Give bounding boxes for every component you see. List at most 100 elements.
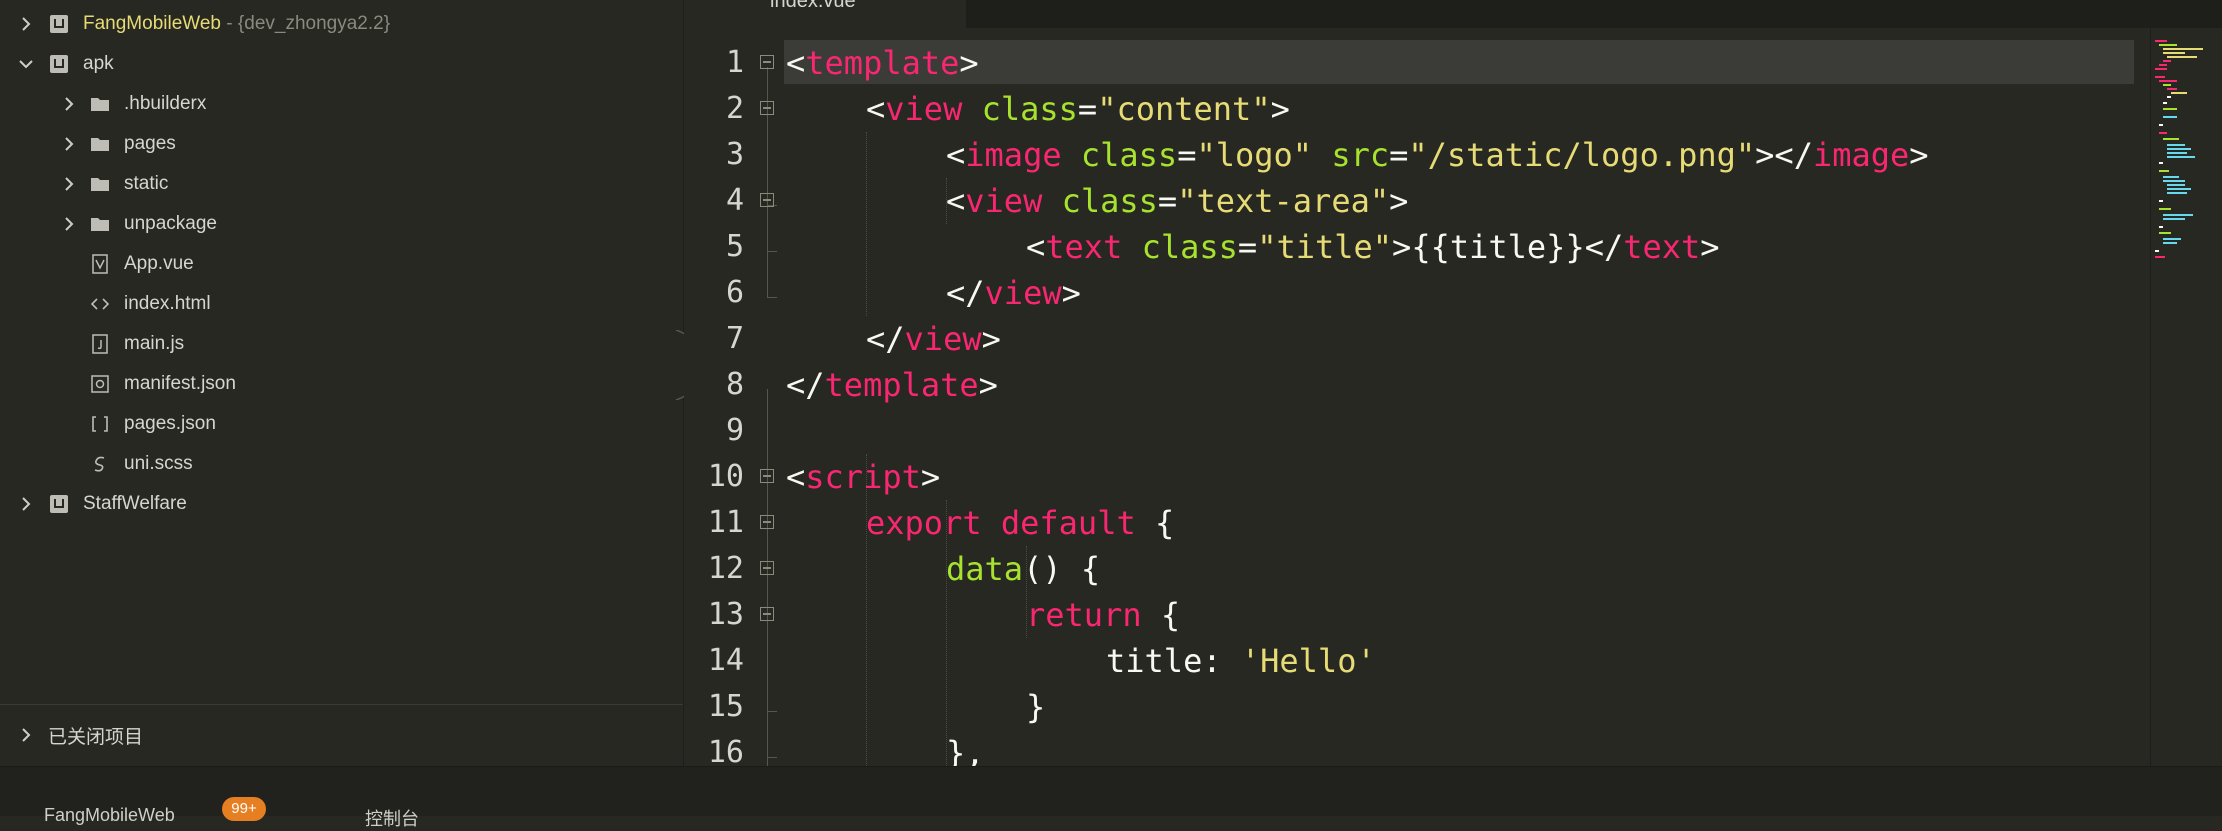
project-icon <box>47 484 71 524</box>
tree-item-pages[interactable]: pages <box>0 124 683 164</box>
chevron-down-icon[interactable] <box>12 44 40 84</box>
tree-item-label: .hbuilderx <box>124 93 207 114</box>
tree-item-pages-json[interactable]: pages.json <box>0 404 683 444</box>
bottom-panel: FangMobileWeb 99+ 控制台 <box>0 766 2222 829</box>
line-number: 16 <box>707 735 744 766</box>
code-line[interactable]: 4 <view class="text-area"> <box>684 178 2149 224</box>
folder-icon <box>88 84 112 124</box>
json-file-icon <box>88 404 112 444</box>
tree-item-hbuilderx[interactable]: .hbuilderx <box>0 84 683 124</box>
fold-toggle-icon[interactable] <box>760 561 774 575</box>
project-row-fangmobileweb[interactable]: FangMobileWeb - {dev_zhongya2.2} <box>0 4 683 44</box>
closed-projects-row[interactable]: 已关闭项目 <box>0 715 683 755</box>
code-line[interactable]: 8 </template> <box>684 362 2149 408</box>
tree-item-unpackage[interactable]: unpackage <box>0 204 683 244</box>
tree-item-label: uni.scss <box>124 453 193 474</box>
tree-item-app-vue[interactable]: App.vue <box>0 244 683 284</box>
closed-projects-section[interactable]: 已关闭项目 <box>0 704 683 765</box>
fold-toggle-icon[interactable] <box>760 193 774 207</box>
project-row-staffwelfare[interactable]: StaffWelfare <box>0 484 683 524</box>
line-number: 10 <box>707 459 744 494</box>
tree-item-label: App.vue <box>124 253 194 274</box>
bottom-tab-console[interactable]: 控制台 <box>365 805 419 831</box>
code-line[interactable]: 2 <view class="content"> <box>684 86 2149 132</box>
bottom-tab-project[interactable]: FangMobileWeb <box>44 805 175 826</box>
line-number: 6 <box>725 275 744 310</box>
tree-item-manifest-json[interactable]: manifest.json <box>0 364 683 404</box>
project-icon <box>47 44 71 84</box>
tree-item-label: index.html <box>124 293 211 314</box>
code-line[interactable]: 11 export default { <box>684 500 2149 546</box>
js-file-icon <box>88 324 112 364</box>
code-line[interactable]: 1 <template> <box>684 40 2149 86</box>
tree-item-label: pages <box>124 133 176 154</box>
code-line[interactable]: 3 <image class="logo" src="/static/logo.… <box>684 132 2149 178</box>
code-line[interactable]: 12 data() { <box>684 546 2149 592</box>
folder-icon <box>88 164 112 204</box>
code-line[interactable]: 15 } <box>684 684 2149 730</box>
tab-index-vue[interactable]: index.vue <box>684 0 966 28</box>
project-icon <box>47 4 71 44</box>
chevron-right-icon[interactable] <box>55 164 83 204</box>
code-line[interactable]: 14 title: 'Hello' <box>684 638 2149 684</box>
manifest-file-icon <box>88 364 112 404</box>
closed-projects-label: 已关闭项目 <box>48 726 144 748</box>
project-branch: - {dev_zhongya2.2} <box>226 13 391 34</box>
code-line[interactable]: 7 </view> <box>684 316 2149 362</box>
fold-toggle-icon[interactable] <box>760 469 774 483</box>
editor-tab-bar: index.vue <box>684 0 2222 28</box>
code-line[interactable]: 9 <box>684 408 2149 454</box>
project-explorer: FangMobileWeb - {dev_zhongya2.2} apk .hb… <box>0 0 684 766</box>
html-file-icon <box>88 284 112 324</box>
tab-label: index.vue <box>770 0 856 12</box>
tree-item-label: unpackage <box>124 213 217 234</box>
chevron-right-icon[interactable] <box>55 204 83 244</box>
fold-toggle-icon[interactable] <box>760 515 774 529</box>
line-number: 7 <box>725 321 744 356</box>
tree-item-label: main.js <box>124 333 185 354</box>
tree-item-label: static <box>124 173 169 194</box>
tree-item-static[interactable]: static <box>0 164 683 204</box>
tree-item-main-js[interactable]: main.js <box>0 324 683 364</box>
code-area[interactable]: 1 <template> 2 <view class="content"> 3 … <box>684 40 2149 766</box>
minimap[interactable] <box>2150 28 2222 766</box>
folder-icon <box>88 124 112 164</box>
line-number: 8 <box>725 367 744 402</box>
line-number: 4 <box>725 183 744 218</box>
code-line[interactable]: 16 }, <box>684 730 2149 766</box>
project-name: apk <box>83 53 114 74</box>
code-line[interactable]: 10 <script> <box>684 454 2149 500</box>
project-name: StaffWelfare <box>83 493 187 514</box>
vue-file-icon <box>88 244 112 284</box>
line-number: 5 <box>725 229 744 264</box>
notification-badge: 99+ <box>222 797 266 821</box>
line-number: 3 <box>725 137 744 172</box>
line-number: 2 <box>725 91 744 126</box>
chevron-right-icon[interactable] <box>12 715 40 755</box>
code-editor[interactable]: index.vue 1 <template> 2 <view class="co… <box>684 0 2222 766</box>
line-number: 14 <box>707 643 744 678</box>
fold-toggle-icon[interactable] <box>760 101 774 115</box>
scss-file-icon <box>88 444 112 484</box>
line-number: 15 <box>707 689 744 724</box>
line-number: 13 <box>707 597 744 632</box>
code-line[interactable]: 6 </view> <box>684 270 2149 316</box>
line-number: 12 <box>707 551 744 586</box>
code-line[interactable]: 5 <text class="title">{{title}}</text> <box>684 224 2149 270</box>
chevron-right-icon[interactable] <box>12 484 40 524</box>
chevron-right-icon[interactable] <box>55 84 83 124</box>
line-number: 9 <box>725 413 744 448</box>
chevron-right-icon[interactable] <box>12 4 40 44</box>
fold-toggle-icon[interactable] <box>760 607 774 621</box>
code-line[interactable]: 13 return { <box>684 592 2149 638</box>
tree-item-label: manifest.json <box>124 373 236 394</box>
project-name: FangMobileWeb <box>83 13 222 34</box>
line-number: 1 <box>725 45 744 80</box>
tree-item-index-html[interactable]: index.html <box>0 284 683 324</box>
chevron-right-icon[interactable] <box>55 124 83 164</box>
fold-toggle-icon[interactable] <box>760 55 774 69</box>
tree-item-label: pages.json <box>124 413 216 434</box>
tree-item-uni-scss[interactable]: uni.scss <box>0 444 683 484</box>
project-row-apk[interactable]: apk <box>0 44 683 84</box>
line-number: 11 <box>707 505 744 540</box>
